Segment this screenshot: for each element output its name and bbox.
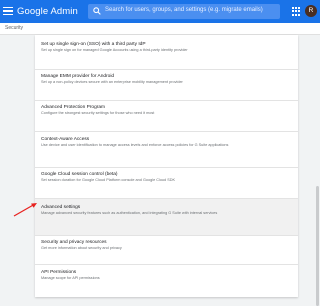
setting-row-api-permissions[interactable]: API Permissions Manage scope for API per…: [35, 265, 298, 297]
scrollbar[interactable]: [316, 36, 319, 306]
hamburger-menu-icon[interactable]: [3, 5, 13, 17]
setting-description: Configure the strongest security setting…: [41, 111, 155, 115]
setting-title: Set up single sign-on (SSO) with a third…: [41, 42, 146, 47]
setting-description: Manage scope for API permissions: [41, 276, 100, 280]
search-placeholder: Search for users, groups, and settings (…: [105, 7, 263, 13]
search-input[interactable]: Search for users, groups, and settings (…: [88, 4, 280, 19]
setting-row-security-resources[interactable]: Security and privacy resources Get more …: [35, 236, 298, 265]
apps-grid-icon[interactable]: [292, 7, 301, 16]
setting-title: Google Cloud session control (beta): [41, 172, 118, 177]
setting-row-cloud-session-control[interactable]: Google Cloud session control (beta) Set …: [35, 168, 298, 199]
setting-title: API Permissions: [41, 270, 77, 275]
page-header-bar: Security: [0, 23, 320, 35]
setting-description: Set session duration for Google Cloud Pl…: [41, 178, 176, 182]
setting-row-advanced-protection[interactable]: Advanced Protection Program Configure th…: [35, 101, 298, 132]
setting-title: Advanced settings: [41, 205, 81, 210]
setting-title: Context-Aware Access: [41, 137, 90, 142]
page-title: Security: [5, 25, 24, 31]
setting-row-sso[interactable]: Set up single sign-on (SSO) with a third…: [35, 35, 298, 70]
setting-row-emm[interactable]: Manage EMM provider for Android Set up a…: [35, 70, 298, 101]
setting-description: Set up a non-policy devices secure with …: [41, 80, 183, 84]
search-icon: [93, 7, 101, 15]
setting-title: Manage EMM provider for Android: [41, 74, 115, 79]
setting-description: Get more information about security and …: [41, 246, 122, 250]
security-settings-card: Set up single sign-on (SSO) with a third…: [35, 35, 298, 297]
app-logo[interactable]: Google Admin: [17, 6, 78, 17]
annotation-arrow-icon: [13, 203, 37, 217]
setting-description: Use device and user identification to ma…: [41, 143, 229, 147]
setting-row-context-aware-access[interactable]: Context-Aware Access Use device and user…: [35, 132, 298, 168]
account-avatar[interactable]: R: [305, 5, 317, 17]
setting-title: Security and privacy resources: [41, 240, 107, 245]
top-app-bar: Google Admin Search for users, groups, a…: [0, 0, 320, 23]
setting-title: Advanced Protection Program: [41, 105, 105, 110]
setting-description: Set up single sign on for managed Google…: [41, 48, 188, 52]
scrollbar-thumb[interactable]: [316, 186, 319, 306]
setting-row-advanced-settings[interactable]: Advanced settings Manage advanced securi…: [35, 199, 298, 236]
setting-description: Manage advanced security features such a…: [41, 211, 218, 215]
